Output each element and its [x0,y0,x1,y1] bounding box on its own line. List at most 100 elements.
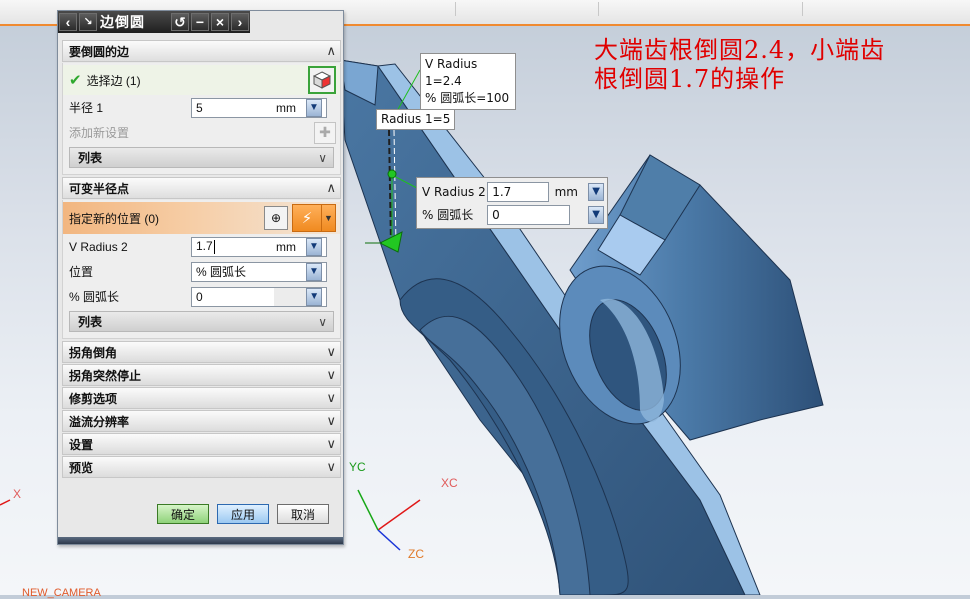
v-radius-row: V Radius 2 1.7 mm ▼ [63,234,340,259]
callout-v-radius-2-dropdown[interactable]: ▼ [588,182,604,201]
section-stop-short[interactable]: 拐角突然停止 ∨ [62,364,341,386]
arc-length-label: % 圆弧长 [69,290,120,304]
arc-length-input[interactable]: 0 ▼ [191,286,327,307]
snap-point-button[interactable]: ⚡ [292,204,322,232]
close-icon[interactable]: × [211,13,229,31]
callout-radius-1-text: Radius 1=5 [381,112,451,126]
minimize-icon[interactable]: − [191,13,209,31]
radius-value: 5 [196,100,203,115]
edge-list-label: 列表 [78,151,103,165]
snap-point-dropdown[interactable]: ▼ [322,204,336,232]
dialog-bottom-bar [58,537,343,544]
v-radius-input[interactable]: 1.7 mm ▼ [191,236,327,257]
select-edge-button[interactable] [308,66,336,94]
v-radius-dropdown[interactable]: ▼ [306,237,322,256]
callout-v-radius-2-label: V Radius 2 [422,184,486,199]
section-settings-title: 设置 [69,437,94,452]
cube-icon [313,71,331,89]
chevron-left-icon[interactable]: ‹ [59,13,77,31]
specify-location-row[interactable]: 指定新的位置 (0) ⊕ ⚡ ▼ [63,202,340,234]
chevron-down-icon: ∨ [326,344,336,359]
chevron-down-icon: ∨ [326,367,336,382]
chevron-down-icon: ∨ [326,413,336,428]
callout-arc-dropdown[interactable]: ▼ [588,205,604,224]
edge-blend-dialog[interactable]: ‹ ↘ 边倒圆 ↺ − × › 要倒圆的边 ∧ ✔ 选择边 (1) 半径 1 5… [57,10,344,545]
section-preview-title: 预览 [69,460,94,475]
select-edge-label: 选择边 (1) [86,73,141,88]
callout-arc-value: 0 [492,207,500,222]
dialog-button-row: 确定 应用 取消 [58,504,343,530]
add-new-set-row: 添加新设置 ✚ [63,120,340,145]
callout-arc-input[interactable]: 0 [487,204,571,225]
section-variable-radius[interactable]: 可变半径点 ∧ [62,177,341,199]
section-variable-title: 可变半径点 [69,181,130,196]
radius-input[interactable]: 5 mm ▼ [191,97,327,118]
text-cursor [213,239,215,254]
v-radius-unit: mm [276,239,296,254]
annotation-line-1: 大端齿根倒圆2.4，小端齿 [594,36,886,64]
apply-button[interactable]: 应用 [217,504,269,524]
variable-list-label: 列表 [78,315,103,329]
callout-v-radius-2-panel[interactable]: V Radius 2 1.7 mm ▼ % 圆弧长 0 ▼ [416,177,608,229]
add-icon: ✚ [319,124,331,140]
section-preview[interactable]: 预览 ∨ [62,456,341,478]
edge-blend-icon: ↘ [79,13,97,31]
dialog-titlebar[interactable]: ‹ ↘ 边倒圆 ↺ − × › [58,11,250,33]
callout-arc-row: % 圆弧长 0 ▼ [420,203,604,226]
section-trim-options-title: 修剪选项 [69,391,118,406]
section-edge-body: ✔ 选择边 (1) 半径 1 5 mm ▼ 添加新设置 ✚ 列表 ∨ [62,63,341,175]
point-dialog-button[interactable]: ⊕ [264,206,288,230]
callout-arc-label: % 圆弧长 [422,208,474,222]
cancel-button[interactable]: 取消 [277,504,329,524]
section-corner-setback-title: 拐角倒角 [69,345,118,360]
annotation-text: 大端齿根倒圆2.4，小端齿 根倒圆1.7的操作 [594,36,885,94]
section-edge-to-blend[interactable]: 要倒圆的边 ∧ [62,40,341,62]
arc-length-dropdown[interactable]: ▼ [306,287,323,306]
radius-row: 半径 1 5 mm ▼ [63,95,340,120]
titlebar-controls: ↺ − × › [170,13,250,31]
variable-list-toggle[interactable]: 列表 ∨ [69,311,334,332]
dialog-title: 边倒圆 [100,14,145,30]
callout-v-radius-1[interactable]: V Radius 1=2.4 % 圆弧长=100 [420,53,516,110]
location-value: % 圆弧长 [196,265,247,279]
radius-label: 半径 1 [69,101,104,115]
location-row: 位置 % 圆弧长 ▼ [63,259,340,284]
reset-icon[interactable]: ↺ [171,13,189,31]
arc-length-value: 0 [196,289,203,304]
section-variable-body: 指定新的位置 (0) ⊕ ⚡ ▼ V Radius 2 1.7 mm ▼ 位置 … [62,200,341,339]
callout-v-radius-2-row: V Radius 2 1.7 mm ▼ [420,180,604,203]
axis-label-x: X [13,487,22,501]
section-overflow-resolution[interactable]: 溢流分辨率 ∨ [62,410,341,432]
chevron-right-icon[interactable]: › [231,13,249,31]
location-dropdown[interactable]: ▼ [306,262,322,281]
chevron-down-icon: ∨ [318,314,327,329]
v-radius-label: V Radius 2 [69,239,128,254]
arc-length-row: % 圆弧长 0 ▼ [63,284,340,309]
ok-button[interactable]: 确定 [157,504,209,524]
callout-v-radius-1-arc: % 圆弧长=100 [425,91,510,105]
specify-location-label: 指定新的位置 (0) [69,211,160,226]
arc-length-slider-track[interactable] [273,287,307,306]
section-edge-title: 要倒圆的边 [69,44,130,59]
add-new-set-label: 添加新设置 [69,126,130,140]
location-label: 位置 [69,265,94,279]
callout-radius-1[interactable]: Radius 1=5 [376,109,456,130]
axis-label-xc: XC [441,476,458,490]
callout-v-radius-2-input[interactable]: 1.7 [487,181,549,202]
select-edge-row[interactable]: ✔ 选择边 (1) [63,65,340,95]
camera-label: NEW_CAMERA [22,587,101,599]
section-corner-setback[interactable]: 拐角倒角 ∨ [62,341,341,363]
edge-list-toggle[interactable]: 列表 ∨ [69,147,334,168]
location-select[interactable]: % 圆弧长 ▼ [191,261,327,282]
v-radius-value: 1.7 [196,239,213,254]
axis-label-zc: ZC [408,547,424,561]
chevron-up-icon: ∧ [326,43,336,58]
chevron-down-icon: ∨ [326,459,336,474]
section-settings[interactable]: 设置 ∨ [62,433,341,455]
add-new-set-button[interactable]: ✚ [314,121,336,144]
section-trim-options[interactable]: 修剪选项 ∨ [62,387,341,409]
radius-dropdown[interactable]: ▼ [306,98,322,117]
annotation-line-2: 根倒圆1.7的操作 [594,65,786,93]
chevron-down-icon: ∨ [326,390,336,405]
chevron-down-icon: ∨ [318,150,327,165]
